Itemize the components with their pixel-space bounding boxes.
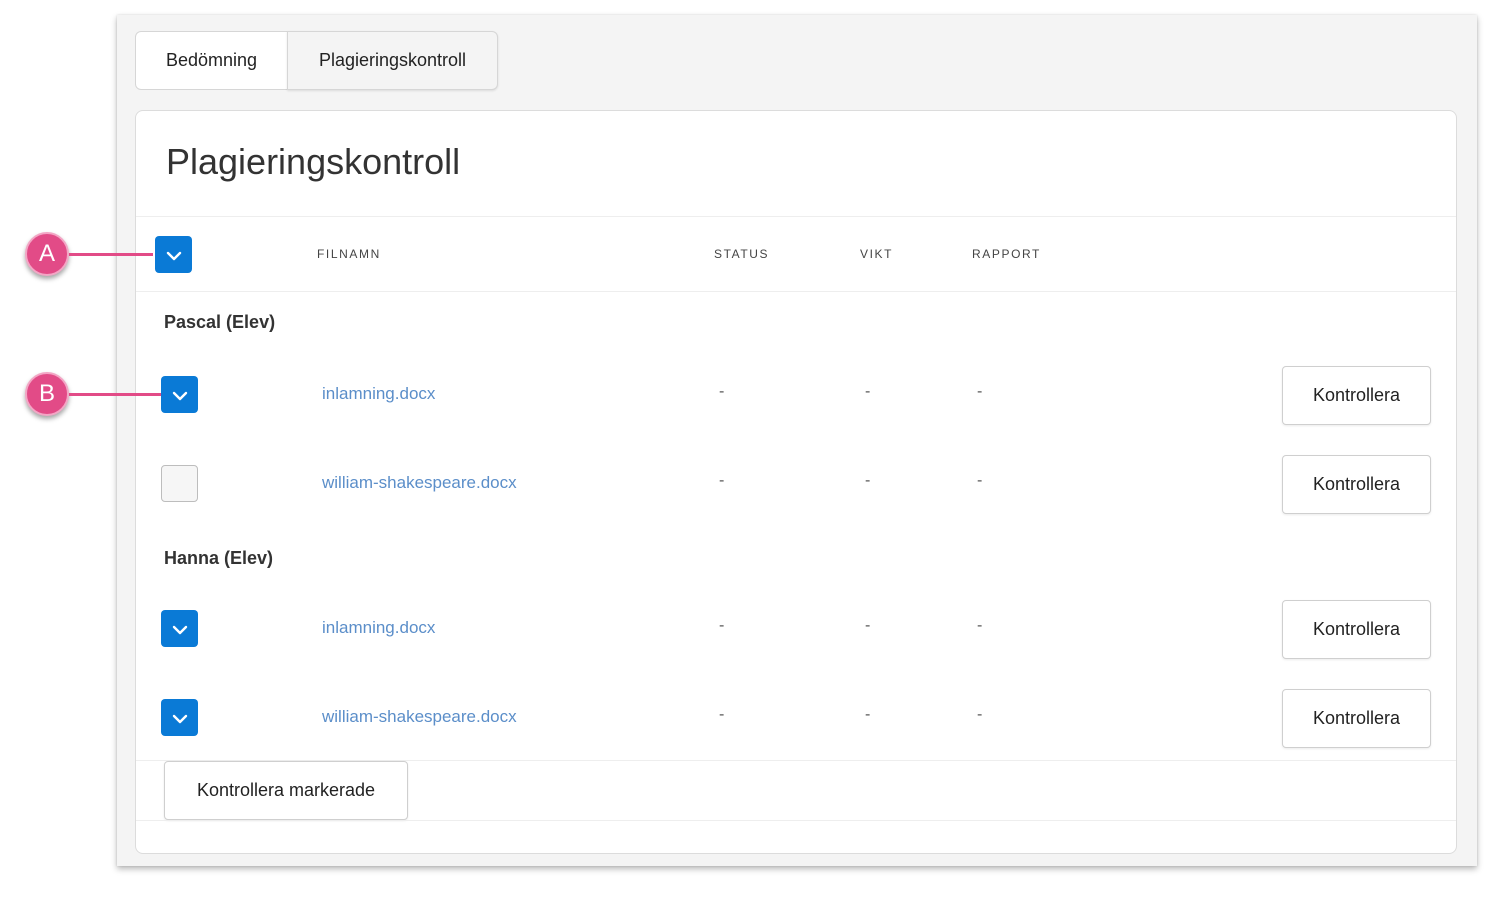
weight-value: - bbox=[865, 706, 871, 723]
column-header-report: RAPPORT bbox=[972, 247, 1041, 261]
tab-plagieringskontroll[interactable]: Plagieringskontroll bbox=[287, 31, 498, 90]
column-header-status: STATUS bbox=[714, 247, 770, 261]
plagiarism-table: FILNAMN STATUS VIKT RAPPORT Pascal (Elev… bbox=[136, 216, 1456, 821]
file-link[interactable]: inlamning.docx bbox=[322, 384, 435, 404]
callout-b: B bbox=[25, 372, 161, 416]
status-value: - bbox=[719, 383, 725, 400]
check-button[interactable]: Kontrollera bbox=[1282, 366, 1431, 425]
weight-value: - bbox=[865, 617, 871, 634]
report-value: - bbox=[977, 472, 983, 489]
checkmark-icon bbox=[166, 251, 181, 260]
page-title: Plagieringskontroll bbox=[166, 141, 461, 182]
row-checkbox[interactable] bbox=[161, 699, 198, 736]
checkmark-icon bbox=[172, 625, 187, 634]
table-header: FILNAMN STATUS VIKT RAPPORT bbox=[136, 217, 1456, 292]
tab-bedomning[interactable]: Bedömning bbox=[135, 31, 288, 90]
status-value: - bbox=[719, 472, 725, 489]
file-link[interactable]: inlamning.docx bbox=[322, 618, 435, 638]
status-value: - bbox=[719, 706, 725, 723]
callout-line bbox=[69, 392, 161, 396]
weight-value: - bbox=[865, 472, 871, 489]
report-value: - bbox=[977, 706, 983, 723]
check-button[interactable]: Kontrollera bbox=[1282, 689, 1431, 748]
checkmark-icon bbox=[172, 391, 187, 400]
table-row: inlamning.docx - - - Kontrollera bbox=[136, 599, 1456, 659]
app-window: Bedömning Plagieringskontroll Plagiering… bbox=[117, 15, 1477, 866]
callout-a: A bbox=[25, 232, 153, 276]
check-selected-button[interactable]: Kontrollera markerade bbox=[164, 761, 408, 820]
file-link[interactable]: william-shakespeare.docx bbox=[322, 473, 517, 493]
column-header-weight: VIKT bbox=[860, 247, 894, 261]
file-link[interactable]: william-shakespeare.docx bbox=[322, 707, 517, 727]
report-value: - bbox=[977, 617, 983, 634]
callout-marker: A bbox=[25, 232, 69, 276]
plagiarism-card: Plagieringskontroll FILNAMN STATUS VIKT … bbox=[135, 110, 1457, 854]
table-row: william-shakespeare.docx - - - Kontrolle… bbox=[136, 688, 1456, 748]
table-row: william-shakespeare.docx - - - Kontrolle… bbox=[136, 454, 1456, 514]
row-checkbox[interactable] bbox=[161, 465, 198, 502]
callout-line bbox=[69, 252, 153, 256]
row-checkbox[interactable] bbox=[161, 376, 198, 413]
select-all-checkbox[interactable] bbox=[155, 236, 192, 273]
checkmark-icon bbox=[172, 714, 187, 723]
group-label-hanna: Hanna (Elev) bbox=[164, 548, 274, 568]
tab-bar: Bedömning Plagieringskontroll bbox=[135, 31, 498, 90]
row-checkbox[interactable] bbox=[161, 610, 198, 647]
group-label-pascal: Pascal (Elev) bbox=[164, 312, 276, 332]
check-button[interactable]: Kontrollera bbox=[1282, 600, 1431, 659]
check-button[interactable]: Kontrollera bbox=[1282, 455, 1431, 514]
column-header-filename: FILNAMN bbox=[317, 247, 381, 261]
weight-value: - bbox=[865, 383, 871, 400]
report-value: - bbox=[977, 383, 983, 400]
status-value: - bbox=[719, 617, 725, 634]
divider bbox=[136, 820, 1456, 821]
callout-marker: B bbox=[25, 372, 69, 416]
table-row: inlamning.docx - - - Kontrollera bbox=[136, 365, 1456, 425]
